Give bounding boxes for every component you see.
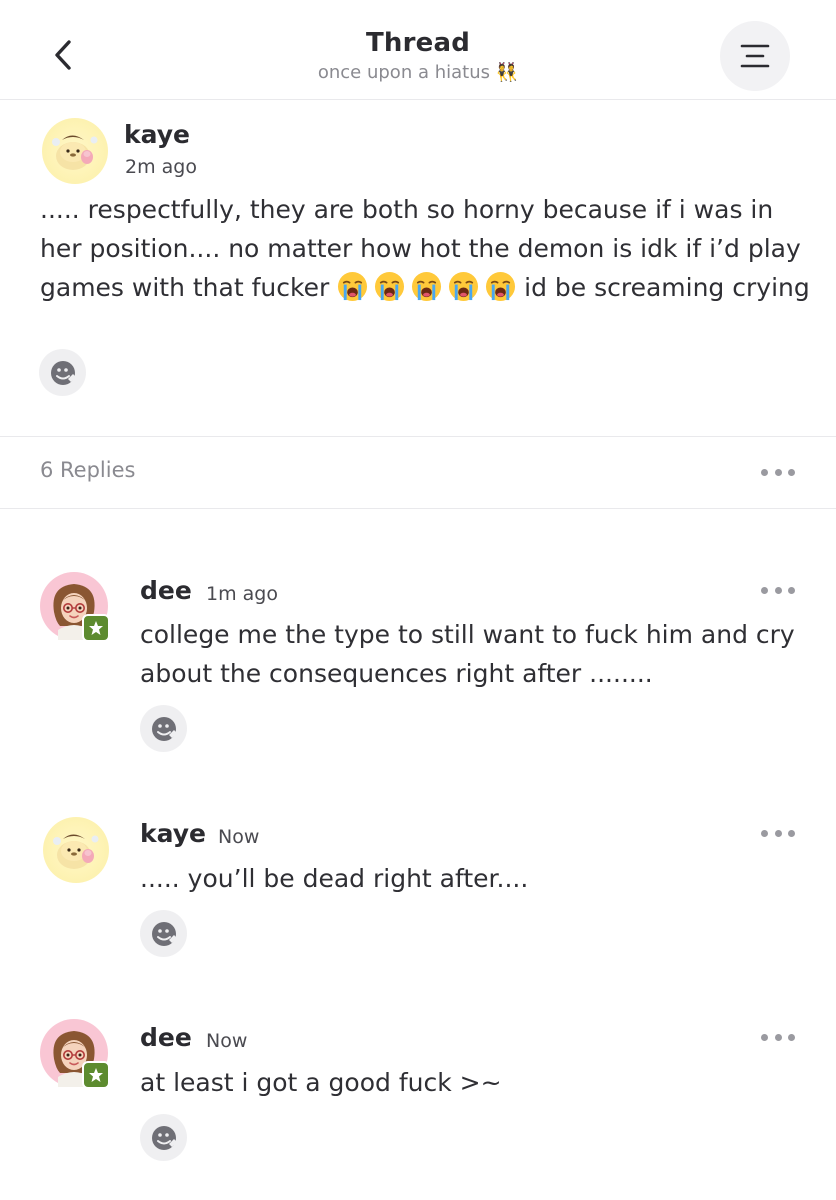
more-dots-icon (761, 829, 768, 837)
avatar-dee[interactable] (40, 572, 110, 642)
add-reaction-icon (151, 921, 177, 946)
page-subtitle: once upon a hiatus 👯 (317, 62, 519, 83)
menu-icon (740, 44, 770, 68)
reply-more-button[interactable] (761, 584, 795, 596)
reply-text: college me the type to still want to fuc… (140, 620, 795, 688)
star-badge (82, 614, 110, 642)
reply-author[interactable]: dee (140, 1023, 192, 1052)
star-badge-icon (89, 1068, 103, 1082)
divider (0, 508, 836, 509)
reply-react-button[interactable] (140, 1114, 187, 1161)
loudly-crying-face-emoji (412, 271, 442, 302)
post-author[interactable]: kaye (124, 120, 190, 149)
thread-more-button[interactable] (761, 466, 795, 478)
reply-text: ..... you’ll be dead right after.... (140, 864, 529, 893)
divider (0, 436, 836, 437)
star-badge-icon (89, 621, 103, 635)
more-dots-icon (761, 1033, 768, 1041)
title-block: Thread once upon a hiatus 👯 (0, 28, 836, 83)
more-dots-icon (761, 586, 768, 594)
reply-timestamp: Now (206, 1030, 248, 1052)
add-reaction-icon (50, 360, 76, 385)
reply-text: at least i got a good fuck >~ (140, 1068, 502, 1097)
add-reaction-icon (151, 1125, 177, 1150)
avatar-kaye[interactable] (43, 817, 109, 883)
menu-button[interactable] (720, 21, 790, 91)
reply-author[interactable]: kaye (140, 819, 206, 848)
reply-more-button[interactable] (761, 827, 795, 839)
star-badge (82, 1061, 110, 1089)
loudly-crying-face-emoji (338, 271, 368, 302)
avatar-dee[interactable] (40, 1019, 110, 1089)
loudly-crying-face-emoji (375, 271, 405, 302)
post-body: ..... respectfully, they are both so hor… (40, 190, 810, 307)
reply-timestamp: 1m ago (206, 583, 278, 605)
pompompurin-avatar-icon (43, 817, 109, 883)
add-reaction-icon (151, 716, 177, 741)
post-timestamp: 2m ago (125, 156, 197, 178)
pompompurin-avatar-icon (42, 118, 108, 184)
loudly-crying-face-emoji (449, 271, 479, 302)
reply-more-button[interactable] (761, 1031, 795, 1043)
replies-count: 6 Replies (40, 458, 136, 482)
thread-header: Thread once upon a hiatus 👯 (0, 0, 836, 100)
reply-author[interactable]: dee (140, 576, 192, 605)
reply-react-button[interactable] (140, 705, 187, 752)
page-title: Thread (365, 28, 471, 58)
avatar-kaye[interactable] (42, 118, 108, 184)
loudly-crying-face-emoji (486, 271, 516, 302)
more-dots-icon (761, 468, 768, 476)
post-text-part-2: id be screaming crying (516, 273, 810, 302)
post-react-button[interactable] (39, 349, 86, 396)
reply-timestamp: Now (218, 826, 260, 848)
reply-react-button[interactable] (140, 910, 187, 957)
